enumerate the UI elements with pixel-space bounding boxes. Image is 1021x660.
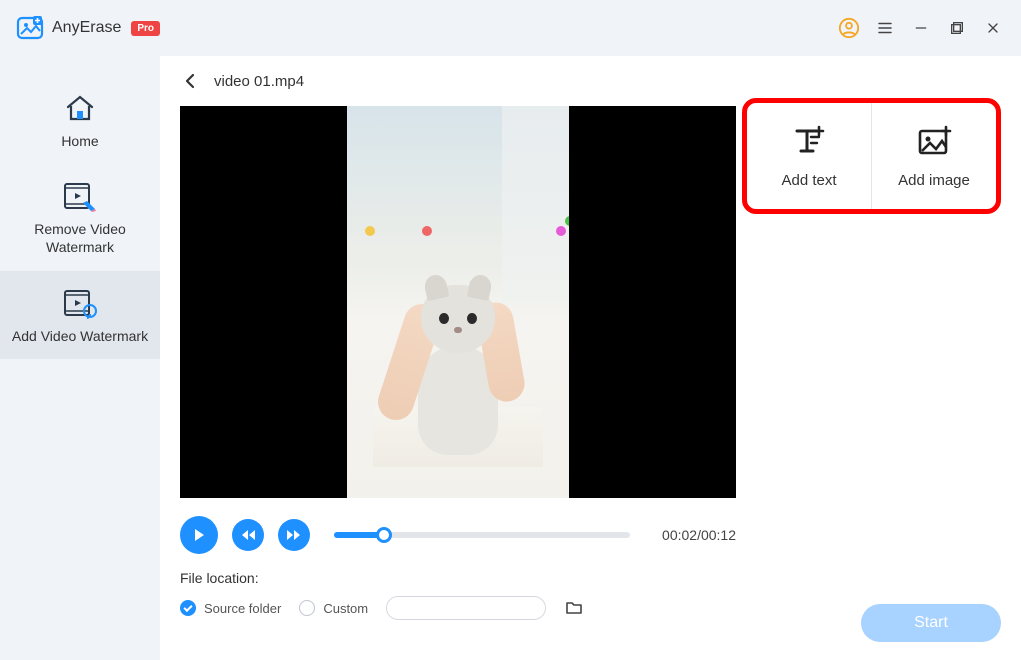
add-image-button[interactable]: Add image [872,103,996,209]
add-watermark-icon [60,285,100,321]
sidebar-item-remove-watermark[interactable]: Remove Video Watermark [0,164,160,270]
custom-folder-option[interactable]: Custom [299,600,368,616]
pro-badge: Pro [131,21,160,36]
add-text-button[interactable]: Add text [747,103,872,209]
home-icon [60,90,100,126]
app-logo-icon [16,14,44,42]
add-image-label: Add image [898,172,970,189]
sidebar-item-label: Home [61,132,98,150]
side-panel: Add text Add image [756,106,1001,498]
add-text-label: Add text [781,172,836,189]
file-location-title: File location: [180,570,840,586]
radio-checked-icon [180,600,196,616]
sidebar-item-home[interactable]: Home [0,76,160,164]
sidebar-item-label: Add Video Watermark [12,327,148,345]
menu-icon[interactable] [873,16,897,40]
video-preview[interactable] [180,106,736,498]
custom-path-input[interactable] [386,596,546,620]
progress-bar[interactable] [334,532,630,538]
custom-label: Custom [323,601,368,616]
player-controls: 00:02/00:12 [160,498,756,564]
start-button[interactable]: Start [861,604,1001,642]
add-text-icon [789,123,829,162]
source-folder-label: Source folder [204,601,281,616]
minimize-icon[interactable] [909,16,933,40]
sidebar-item-label: Remove Video Watermark [8,220,152,256]
play-button[interactable] [180,516,218,554]
radio-unchecked-icon [299,600,315,616]
account-icon[interactable] [837,16,861,40]
time-label: 00:02/00:12 [662,527,736,543]
sidebar: Home Remove Video Watermark Add Video Wa… [0,56,160,660]
source-folder-option[interactable]: Source folder [180,600,281,616]
forward-button[interactable] [278,519,310,551]
start-label: Start [914,614,948,632]
video-frame [347,106,569,498]
maximize-icon[interactable] [945,16,969,40]
rewind-button[interactable] [232,519,264,551]
app-logo-area: AnyErase Pro [16,14,160,42]
add-image-icon [914,123,954,162]
app-name: AnyErase [52,19,121,37]
browse-folder-button[interactable] [564,598,584,618]
remove-watermark-icon [60,178,100,214]
filename: video 01.mp4 [214,73,304,90]
back-button[interactable] [180,71,200,91]
sidebar-item-add-watermark[interactable]: Add Video Watermark [0,271,160,359]
progress-thumb[interactable] [376,527,392,543]
close-icon[interactable] [981,16,1005,40]
highlighted-add-options: Add text Add image [742,98,1001,214]
